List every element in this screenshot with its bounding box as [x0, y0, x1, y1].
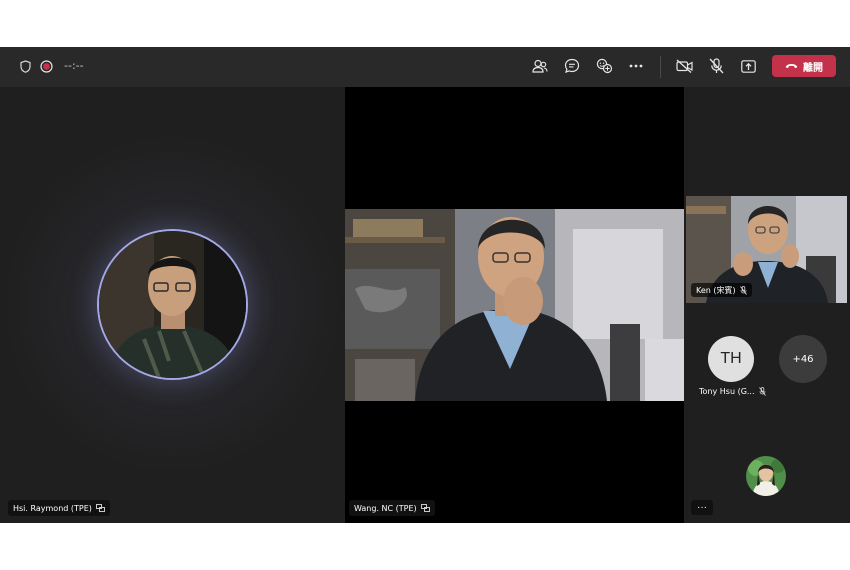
mic-muted-icon[interactable]	[707, 57, 725, 75]
spotlight-icon	[420, 504, 430, 512]
avatar	[97, 229, 248, 380]
participant-name-tag: Tony Hsu (G...	[699, 387, 766, 396]
mic-muted-icon	[758, 387, 766, 396]
spotlight-icon	[95, 504, 105, 512]
self-view-avatar[interactable]	[746, 456, 786, 496]
participant-name: Tony Hsu (G...	[699, 387, 755, 396]
meeting-timer: --:--	[64, 59, 84, 72]
participant-name-tag: Wang. NC (TPE)	[349, 500, 435, 516]
chat-icon[interactable]	[563, 57, 581, 75]
reactions-icon[interactable]	[595, 57, 613, 75]
participant-name-tag: Hsi. Raymond (TPE)	[8, 500, 110, 516]
hangup-icon	[785, 63, 798, 69]
avatar[interactable]: TH	[708, 336, 754, 382]
people-icon[interactable]	[531, 57, 549, 75]
toolbar-divider	[660, 56, 661, 78]
shield-icon[interactable]	[19, 59, 31, 73]
mic-muted-icon	[739, 285, 747, 295]
more-participants-button[interactable]: +46	[779, 335, 827, 383]
more-icon[interactable]	[627, 57, 645, 75]
camera-off-icon[interactable]	[675, 57, 693, 75]
record-icon[interactable]	[39, 59, 53, 73]
participant-name: Hsi. Raymond (TPE)	[13, 503, 92, 513]
participant-name: Wang. NC (TPE)	[354, 503, 417, 513]
participant-name: Ken (宋賓)	[696, 285, 736, 295]
video-feed	[345, 209, 684, 401]
share-icon[interactable]	[739, 57, 757, 75]
leave-button[interactable]: 離開	[772, 55, 836, 77]
gallery-more-button[interactable]: ···	[691, 500, 713, 515]
leave-label: 離開	[803, 62, 823, 74]
participant-name-tag: Ken (宋賓)	[691, 283, 752, 297]
